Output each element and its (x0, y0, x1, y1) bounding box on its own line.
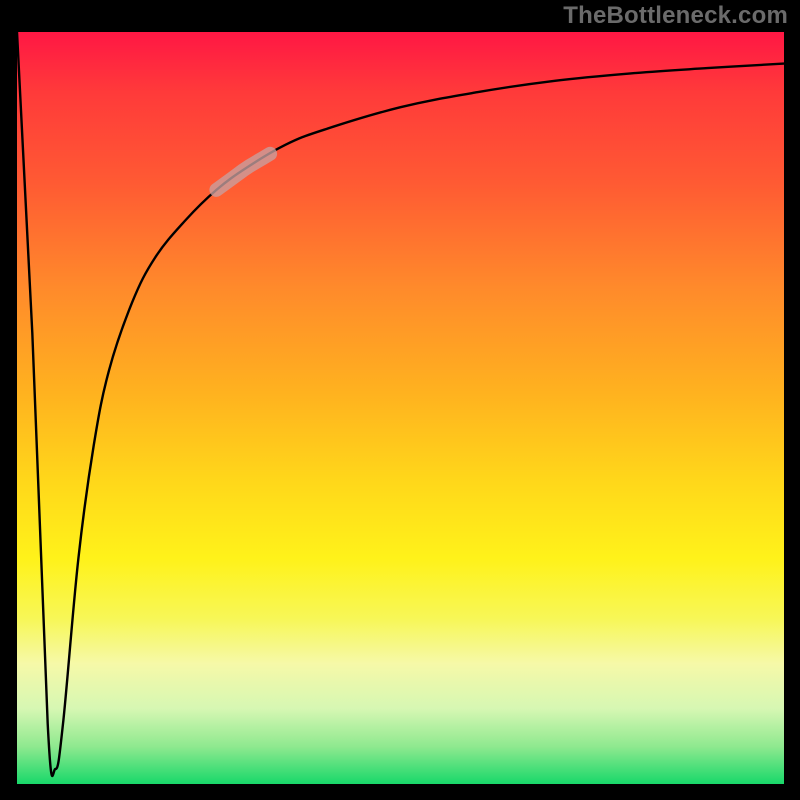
chart-root: TheBottleneck.com (0, 0, 800, 800)
bottleneck-curve-path (17, 32, 784, 776)
axis-border-bottom (0, 784, 800, 800)
highlight-marker (216, 154, 270, 190)
curve-svg (17, 32, 784, 784)
plot-area (17, 32, 784, 784)
axis-border-left (0, 0, 17, 800)
watermark-text: TheBottleneck.com (563, 2, 788, 30)
axis-border-right (784, 0, 800, 800)
chart-frame (0, 0, 800, 800)
